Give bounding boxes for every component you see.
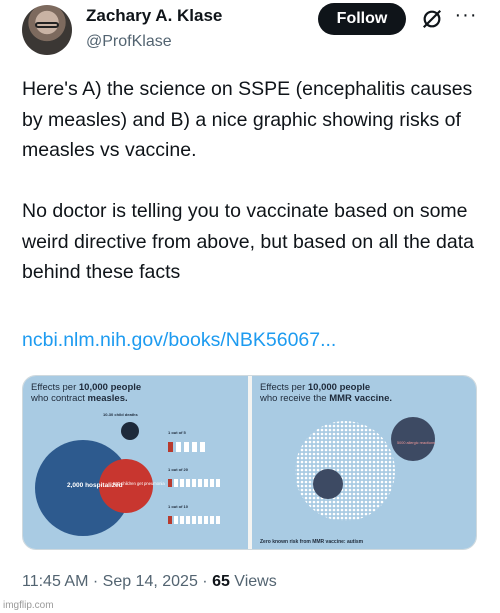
icon-row-3 <box>168 516 220 524</box>
more-icon[interactable]: ··· <box>454 5 478 30</box>
tweet-text: Here's A) the science on SSPE (encephali… <box>22 74 482 318</box>
icon-row-2 <box>168 479 220 487</box>
tweet-header: Zachary A. Klase @ProfKlase Follow ··· <box>22 0 482 60</box>
ratio-2-label: 1 out of 20 <box>168 467 189 472</box>
tweet-media-image[interactable]: Effects per 10,000 people who contract m… <box>22 375 477 550</box>
vaccine-panel: Effects per 10,000 people who receive th… <box>252 376 476 549</box>
tweet-time[interactable]: 11:45 AM <box>22 573 88 590</box>
ratio-3-label: 1 out of 10 <box>168 504 189 509</box>
seizure-circle <box>313 469 343 499</box>
deaths-circle <box>121 422 139 440</box>
follow-button[interactable]: Follow <box>318 3 406 35</box>
measles-illustration: 2,000 hospitalized 500 children get pneu… <box>35 412 220 536</box>
vaccine-footer: Zero known risk from MMR vaccine: autism <box>260 539 364 545</box>
tweet-link[interactable]: ncbi.nlm.nih.gov/books/NBK56067... <box>22 329 336 352</box>
avatar-glasses <box>35 22 59 28</box>
views-count: 65 <box>212 573 230 590</box>
tweet-meta: 11:45 AM · Sep 14, 2025 · 65 Views <box>22 573 277 590</box>
deaths-label: 10-30 child deaths <box>103 412 138 417</box>
author-handle[interactable]: @ProfKlase <box>86 33 172 51</box>
watermark: imgflip.com <box>3 600 54 611</box>
author-name[interactable]: Zachary A. Klase <box>86 6 222 26</box>
vaccine-illustration: 5000 allergic reactions <box>295 417 435 521</box>
pneumonia-label: 500 children get pneumonia <box>113 481 165 486</box>
tweet-date[interactable]: Sep 14, 2025 <box>103 573 198 590</box>
avatar[interactable] <box>22 5 72 55</box>
grok-icon[interactable] <box>421 8 443 30</box>
icon-row-1 <box>168 442 205 452</box>
population-circle <box>295 421 395 521</box>
tweet-paragraph-1: Here's A) the science on SSPE (encephali… <box>22 78 473 161</box>
tweet-paragraph-2: No doctor is telling you to vaccinate ba… <box>22 200 475 283</box>
views-label: Views <box>229 573 277 590</box>
ratio-1-label: 1 out of 5 <box>168 430 187 435</box>
measles-panel: Effects per 10,000 people who contract m… <box>23 376 248 549</box>
allergic-label: 5000 allergic reactions <box>397 441 435 445</box>
allergic-circle <box>391 417 435 461</box>
